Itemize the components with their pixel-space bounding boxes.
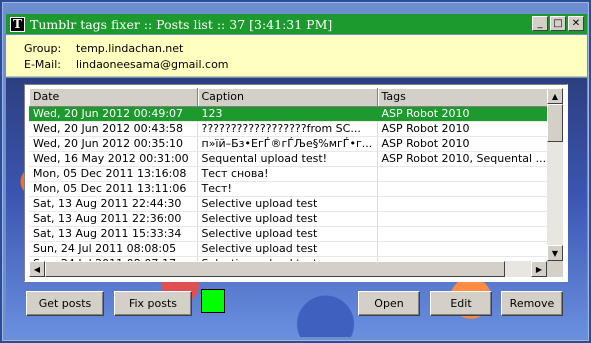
window-controls: _ □ ✕ <box>532 16 584 31</box>
scroll-left-button[interactable]: ◀ <box>29 261 45 277</box>
email-value: lindaoneesama@gmail.com <box>76 58 229 71</box>
edit-button[interactable]: Edit <box>430 291 492 316</box>
cell-date: Wed, 16 May 2012 00:31:00 <box>29 151 198 167</box>
minimize-icon: _ <box>537 17 543 29</box>
cell-date: Sun, 24 Jul 2011 08:08:05 <box>29 241 198 257</box>
cell-tags: ASP Robot 2010 <box>377 136 551 152</box>
group-row: Group: temp.lindachan.net <box>24 42 183 55</box>
cell-caption: Selective upload test <box>197 196 378 212</box>
table-row[interactable]: Wed, 16 May 2012 00:31:00 Sequental uploa… <box>29 151 551 167</box>
close-button[interactable]: ✕ <box>568 16 584 31</box>
cell-date: Mon, 05 Dec 2011 13:16:08 <box>29 166 198 182</box>
table-row[interactable]: Mon, 05 Dec 2011 13:16:08 Тест снова! <box>29 166 551 182</box>
cell-tags: ASP Robot 2010, Sequental ... <box>377 151 551 167</box>
horizontal-scroll-thumb[interactable] <box>45 261 505 277</box>
cell-tags: ASP Robot 2010 <box>377 106 551 122</box>
scroll-right-button[interactable]: ▶ <box>531 261 547 277</box>
cell-date: Sat, 13 Aug 2011 15:33:34 <box>29 226 198 242</box>
vertical-scrollbar[interactable]: ▲ ▼ <box>547 88 563 261</box>
table-row[interactable]: Wed, 20 Jun 2012 00:35:10 п»їй–Бз•ЕгЃ®гЃЉ… <box>29 136 551 152</box>
maximize-button[interactable]: □ <box>550 16 566 31</box>
table-row[interactable]: Sat, 13 Aug 2011 22:36:00 Selective uploa… <box>29 211 551 227</box>
arrow-up-icon: ▲ <box>551 91 559 101</box>
remove-button[interactable]: Remove <box>501 291 563 316</box>
group-value: temp.lindachan.net <box>76 42 184 55</box>
table-row[interactable]: Wed, 20 Jun 2012 00:49:07 123 ASP Robot 20… <box>29 106 551 122</box>
window-title: Tumblr tags fixer :: Posts list :: 37 [3… <box>30 16 333 32</box>
table-row[interactable]: Mon, 05 Dec 2011 13:11:06 Тест! <box>29 181 551 197</box>
cell-date: Sat, 13 Aug 2011 22:44:30 <box>29 196 198 212</box>
cell-tags <box>377 241 551 257</box>
tumblr-t-icon[interactable]: T <box>10 16 25 32</box>
arrow-right-icon: ▶ <box>535 264 543 274</box>
scroll-down-button[interactable]: ▼ <box>547 245 563 261</box>
cell-caption: ??????????????????from SC... <box>197 121 378 137</box>
cell-date: Mon, 05 Dec 2011 13:11:06 <box>29 181 198 197</box>
title-bar[interactable]: T Tumblr tags fixer :: Posts list :: 37 … <box>6 14 587 34</box>
posts-table[interactable]: Date Caption Tags Wed, 20 Jun 2012 00:49… <box>29 88 551 261</box>
cell-date: Wed, 20 Jun 2012 00:43:58 <box>29 121 198 137</box>
horizontal-scrollbar[interactable]: ◀ ▶ <box>29 261 547 277</box>
get-posts-button[interactable]: Get posts <box>26 291 104 316</box>
arrow-left-icon: ◀ <box>33 264 41 274</box>
email-row: E-Mail: lindaoneesama@gmail.com <box>24 58 229 71</box>
cell-caption: Selective upload test <box>197 211 378 227</box>
status-indicator <box>201 289 225 313</box>
cell-date: Sat, 13 Aug 2011 22:36:00 <box>29 211 198 227</box>
cell-date: Wed, 20 Jun 2012 00:49:07 <box>29 106 198 122</box>
table-header: Date Caption Tags <box>29 88 551 107</box>
cell-tags <box>377 211 551 227</box>
column-header-caption[interactable]: Caption <box>197 88 378 107</box>
open-button[interactable]: Open <box>358 291 420 316</box>
cell-caption: п»їй–Бз•ЕгЃ®гЃЉе§%мгЃ•г... <box>197 136 378 152</box>
maximize-icon: □ <box>553 17 563 29</box>
arrow-down-icon: ▼ <box>551 248 559 258</box>
cell-tags <box>377 226 551 242</box>
cell-caption: Selective upload test <box>197 226 378 242</box>
group-label: Group: <box>24 42 62 55</box>
table-row[interactable]: Sat, 13 Aug 2011 15:33:34 Selective uploa… <box>29 226 551 242</box>
table-row[interactable]: Sun, 24 Jul 2011 08:08:05 Selective uploa… <box>29 241 551 257</box>
cell-date: Wed, 20 Jun 2012 00:35:10 <box>29 136 198 152</box>
vertical-scroll-thumb[interactable] <box>547 104 563 142</box>
cell-caption: 123 <box>197 106 378 122</box>
cell-tags <box>377 196 551 212</box>
scrollbar-corner <box>547 261 563 277</box>
cell-caption: Selective upload test <box>197 241 378 257</box>
email-label: E-Mail: <box>24 58 61 71</box>
close-icon: ✕ <box>571 17 581 29</box>
cell-caption: Тест! <box>197 181 378 197</box>
column-header-date[interactable]: Date <box>29 88 198 107</box>
scroll-up-button[interactable]: ▲ <box>547 88 563 104</box>
cell-tags <box>377 166 551 182</box>
cell-caption: Тест снова! <box>197 166 378 182</box>
column-header-tags[interactable]: Tags <box>377 88 551 107</box>
cell-tags: ASP Robot 2010 <box>377 121 551 137</box>
cell-tags <box>377 181 551 197</box>
table-row[interactable]: Wed, 20 Jun 2012 00:43:58???????????????… <box>29 121 551 137</box>
cell-caption: Sequental upload test! <box>197 151 378 167</box>
account-info-panel: Group: temp.lindachan.net E-Mail: lindao… <box>6 35 587 77</box>
minimize-button[interactable]: _ <box>532 16 548 31</box>
table-row[interactable]: Sat, 13 Aug 2011 22:44:30 Selective uploa… <box>29 196 551 212</box>
fix-posts-button[interactable]: Fix posts <box>114 291 192 316</box>
